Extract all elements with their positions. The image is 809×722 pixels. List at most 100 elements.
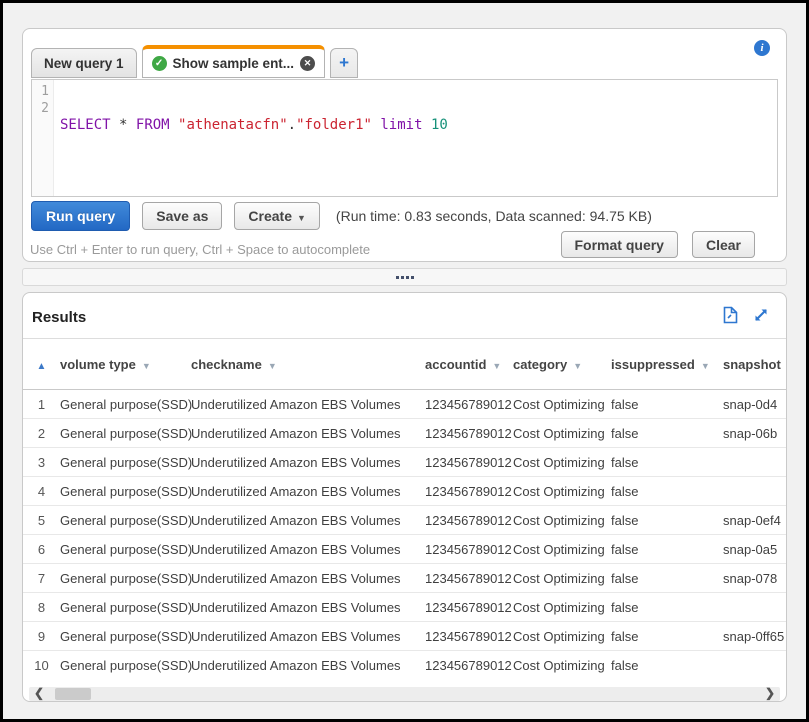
sql-token-plain — [111, 117, 119, 133]
info-icon[interactable]: i — [754, 40, 770, 56]
table-cell: snap-078 — [711, 571, 786, 586]
table-cell: General purpose(SSD) — [60, 542, 191, 557]
table-row: 8General purpose(SSD)Underutilized Amazo… — [23, 593, 786, 622]
horizontal-scrollbar[interactable]: ❮ ❯ — [29, 687, 780, 701]
create-dropdown-button[interactable]: Create▼ — [234, 202, 320, 230]
sql-editor[interactable]: 12 SELECT * FROM "athenatacfn"."folder1"… — [31, 79, 778, 197]
table-cell: 8 — [23, 600, 60, 615]
sql-token-keyword: SELECT — [60, 117, 111, 133]
column-header-snapshot[interactable]: snapshot▼ — [711, 357, 786, 372]
download-file-icon[interactable] — [723, 306, 738, 324]
table-cell: 123456789012 — [425, 571, 513, 586]
table-cell: false — [611, 542, 711, 557]
close-icon[interactable]: ✕ — [300, 56, 315, 71]
scroll-right-icon[interactable]: ❯ — [762, 687, 778, 701]
table-cell: General purpose(SSD) — [60, 397, 191, 412]
clear-button[interactable]: Clear — [692, 231, 755, 258]
format-query-button[interactable]: Format query — [561, 231, 678, 258]
table-cell: General purpose(SSD) — [60, 426, 191, 441]
table-cell: Underutilized Amazon EBS Volumes — [191, 426, 425, 441]
tab-label: New query 1 — [44, 56, 124, 71]
table-cell: 7 — [23, 571, 60, 586]
column-header-issuppressed[interactable]: issuppressed▼ — [611, 357, 711, 372]
table-cell: Underutilized Amazon EBS Volumes — [191, 629, 425, 644]
table-cell: snap-0a5 — [711, 542, 786, 557]
column-label: checkname — [191, 357, 262, 372]
plus-icon: + — [339, 53, 349, 73]
table-cell: Cost Optimizing — [513, 658, 611, 673]
table-cell: Cost Optimizing — [513, 600, 611, 615]
sql-token-keyword: limit — [380, 117, 422, 133]
column-header-volume-type[interactable]: volume type▼ — [60, 357, 191, 372]
table-cell: 123456789012 — [425, 542, 513, 557]
new-tab-button[interactable]: + — [330, 48, 358, 78]
column-header-category[interactable]: category ▼ — [513, 357, 611, 372]
table-row: 5General purpose(SSD)Underutilized Amazo… — [23, 506, 786, 535]
table-cell: 123456789012 — [425, 600, 513, 615]
table-cell: snap-06b — [711, 426, 786, 441]
scrollbar-thumb[interactable] — [55, 688, 91, 700]
table-row: 9General purpose(SSD)Underutilized Amazo… — [23, 622, 786, 651]
run-query-button[interactable]: Run query — [31, 201, 130, 231]
results-header: Results — [23, 293, 786, 339]
column-header-accountid[interactable]: accountid▼ — [425, 357, 513, 372]
sql-token-string: "folder1" — [296, 117, 372, 133]
table-cell: false — [611, 455, 711, 470]
tab-label: Show sample ent... — [173, 56, 295, 71]
table-cell: General purpose(SSD) — [60, 658, 191, 673]
table-cell: 123456789012 — [425, 658, 513, 673]
line-number: 2 — [32, 100, 49, 117]
table-cell: 2 — [23, 426, 60, 441]
sort-caret-icon: ▼ — [573, 361, 582, 371]
sql-line-1: SELECT * FROM "athenatacfn"."folder1" li… — [60, 117, 777, 134]
expand-icon[interactable] — [752, 306, 770, 324]
table-cell: General purpose(SSD) — [60, 484, 191, 499]
table-row: 4General purpose(SSD)Underutilized Amazo… — [23, 477, 786, 506]
sql-token-number: 10 — [431, 117, 448, 133]
column-header-checkname[interactable]: checkname ▼ — [191, 357, 425, 372]
table-cell: false — [611, 484, 711, 499]
sql-token-plain — [170, 117, 178, 133]
table-cell: false — [611, 600, 711, 615]
table-cell: Cost Optimizing — [513, 571, 611, 586]
table-cell: 9 — [23, 629, 60, 644]
sort-column-header[interactable]: ▲ — [23, 357, 60, 372]
line-number: 1 — [32, 83, 49, 100]
query-editor-panel: i New query 1 ✓ Show sample ent... ✕ + 1… — [22, 28, 787, 262]
sort-caret-icon: ▼ — [268, 361, 277, 371]
results-table-header: ▲volume type▼checkname▼accountid▼categor… — [23, 340, 786, 390]
table-cell: false — [611, 571, 711, 586]
column-label: category — [513, 357, 567, 372]
table-cell: snap-0ff65 — [711, 629, 786, 644]
column-label: issuppressed — [611, 357, 695, 372]
sort-asc-icon: ▲ — [37, 361, 47, 372]
column-label: accountid — [425, 357, 486, 372]
table-cell: false — [611, 426, 711, 441]
table-cell: 123456789012 — [425, 484, 513, 499]
table-cell: Underutilized Amazon EBS Volumes — [191, 397, 425, 412]
table-row: 2General purpose(SSD)Underutilized Amazo… — [23, 419, 786, 448]
results-table: ▲volume type▼checkname▼accountid▼categor… — [23, 340, 786, 679]
scroll-left-icon[interactable]: ❮ — [31, 687, 47, 701]
chevron-down-icon: ▼ — [297, 213, 306, 223]
table-cell: 6 — [23, 542, 60, 557]
table-row: 10General purpose(SSD)Underutilized Amaz… — [23, 651, 786, 679]
table-cell: snap-0d4 — [711, 397, 786, 412]
sql-code-area[interactable]: SELECT * FROM "athenatacfn"."folder1" li… — [54, 80, 777, 196]
table-cell: General purpose(SSD) — [60, 600, 191, 615]
table-cell: Underutilized Amazon EBS Volumes — [191, 484, 425, 499]
tab-new-query-1[interactable]: New query 1 — [31, 48, 137, 78]
format-actions: Format query Clear — [561, 231, 756, 258]
query-actions: Run query Save as Create▼ (Run time: 0.8… — [31, 201, 652, 231]
panel-resize-handle[interactable] — [22, 268, 787, 286]
save-as-button[interactable]: Save as — [142, 202, 222, 230]
sql-token-plain — [127, 117, 135, 133]
sql-token-plain — [423, 117, 431, 133]
sql-token-string: "athenatacfn" — [178, 117, 288, 133]
check-icon: ✓ — [152, 56, 167, 71]
tab-show-sample[interactable]: ✓ Show sample ent... ✕ — [142, 45, 326, 78]
table-cell: 10 — [23, 658, 60, 673]
table-cell: 4 — [23, 484, 60, 499]
table-cell: General purpose(SSD) — [60, 571, 191, 586]
run-stats: (Run time: 0.83 seconds, Data scanned: 9… — [336, 208, 652, 224]
